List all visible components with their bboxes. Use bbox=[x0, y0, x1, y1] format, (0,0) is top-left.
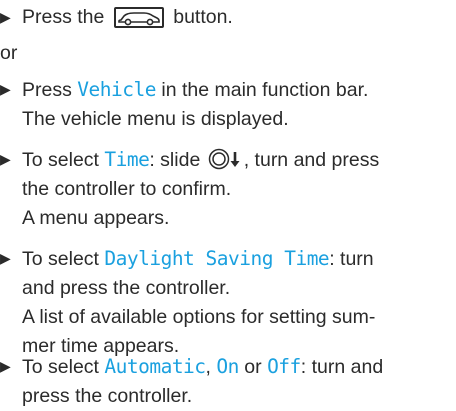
menu-command-on: On bbox=[216, 355, 239, 378]
menu-command-vehicle: Vehicle bbox=[77, 78, 156, 101]
step-text-part: To select bbox=[22, 149, 105, 171]
menu-command-time: Time bbox=[104, 148, 150, 171]
bullet-icon: ▶ bbox=[0, 358, 11, 374]
step-text-part: : turn and bbox=[300, 356, 384, 378]
step-text-part: To select bbox=[22, 248, 105, 270]
or-text: or bbox=[0, 42, 18, 64]
step-text-part: To select bbox=[22, 356, 105, 378]
bullet-icon: ▶ bbox=[0, 81, 11, 97]
step-text-part: button. bbox=[173, 6, 233, 28]
car-icon bbox=[113, 7, 164, 28]
menu-command-automatic: Automatic bbox=[104, 355, 206, 378]
bullet-icon: ▶ bbox=[0, 151, 11, 167]
menu-command-off: Off bbox=[267, 355, 301, 378]
step-text-part: Press the bbox=[22, 6, 110, 28]
bullet-icon: ▶ bbox=[0, 250, 11, 266]
step-text-part: , bbox=[205, 356, 217, 378]
step-select-time: ▶ To select Time: slide , turn and press… bbox=[0, 145, 379, 233]
step-select-automatic-on-off: ▶ To select Automatic, On or Off: turn a… bbox=[0, 352, 383, 411]
controller-slide-down-icon bbox=[208, 148, 242, 170]
step-text-part: , turn and press bbox=[243, 149, 380, 171]
step-text-part: or bbox=[238, 356, 268, 378]
step-press-vehicle-button: ▶ Press the button. bbox=[0, 3, 233, 32]
step-press-vehicle: ▶ Press Vehicle in the main function bar… bbox=[0, 75, 368, 134]
step-result: The vehicle menu is displayed. bbox=[22, 108, 289, 130]
step-line: Press Vehicle in the main function bar. bbox=[22, 75, 368, 105]
step-line: the controller to confirm. bbox=[22, 178, 232, 200]
step-result: A list of available options for setting … bbox=[22, 306, 376, 328]
step-result: A menu appears. bbox=[22, 207, 170, 229]
menu-command-daylight-saving-time: Daylight Saving Time bbox=[104, 247, 330, 270]
step-line: To select Daylight Saving Time: turn bbox=[22, 244, 375, 274]
bullet-icon: ▶ bbox=[0, 9, 11, 25]
step-text-part: Press bbox=[22, 79, 78, 101]
step-line: press the controller. bbox=[22, 385, 193, 407]
step-line: and press the controller. bbox=[22, 277, 231, 299]
step-line: To select Automatic, On or Off: turn and bbox=[22, 352, 383, 382]
step-line: To select Time: slide , turn and press bbox=[22, 145, 379, 175]
step-text-part: in the main function bar. bbox=[155, 79, 369, 101]
step-text-part: : slide bbox=[149, 149, 201, 171]
step-text: Press the button. bbox=[22, 3, 233, 32]
or-separator: or bbox=[0, 39, 17, 68]
step-text-part: : turn bbox=[329, 248, 374, 270]
step-select-daylight-saving: ▶ To select Daylight Saving Time: turn a… bbox=[0, 244, 375, 361]
